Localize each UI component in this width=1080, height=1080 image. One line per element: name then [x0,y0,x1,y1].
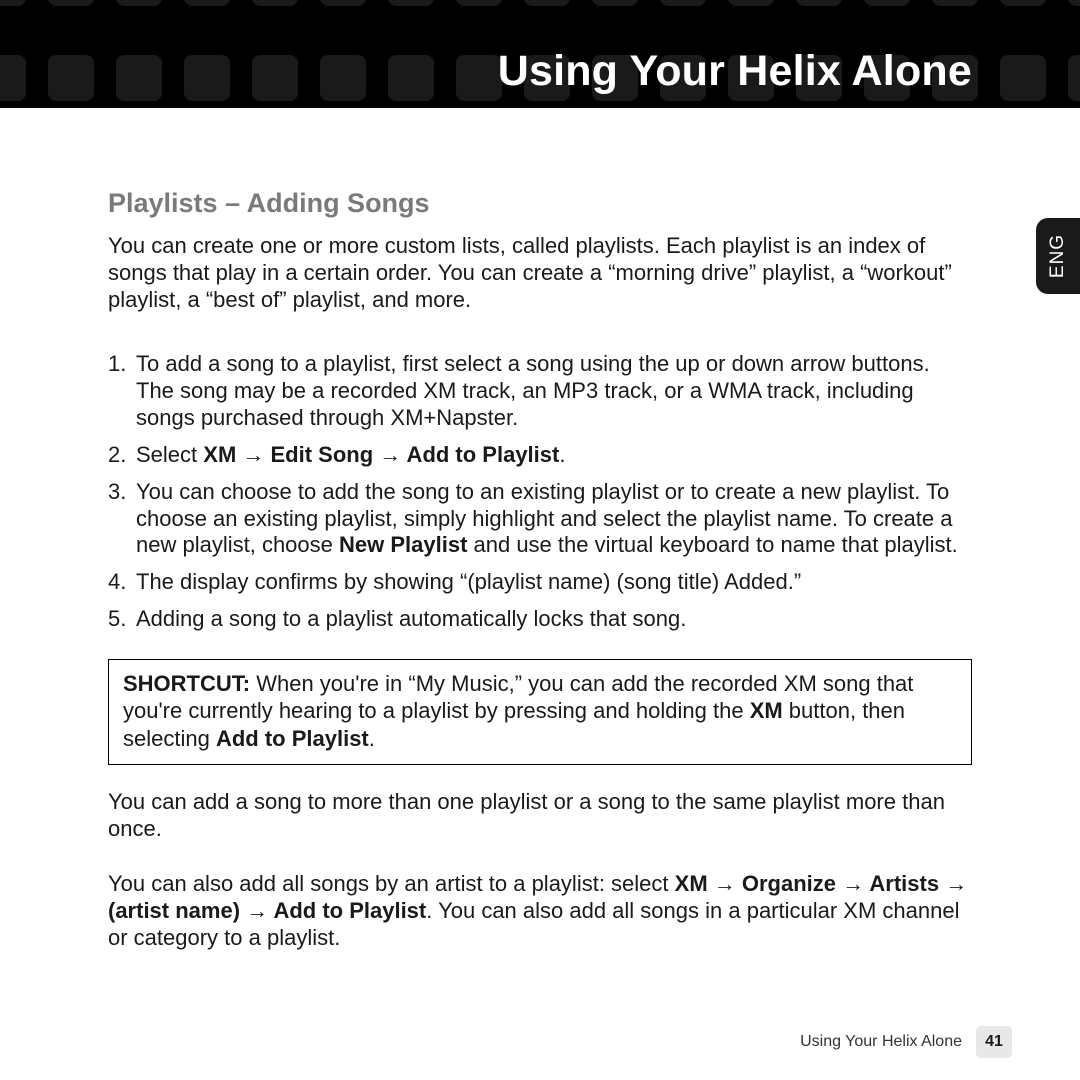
step-5: Adding a song to a playlist automaticall… [108,606,972,633]
page-content: Playlists – Adding Songs You can create … [0,108,1080,952]
page-number: 41 [976,1026,1012,1058]
step-3-b: New Playlist [339,532,467,557]
shortcut-e: . [369,726,375,751]
step-3-c: and use the virtual keyboard to name tha… [467,532,957,557]
p3-a: You can also add all songs by an artist … [108,871,675,896]
step-2-pre: Select [136,442,203,467]
paragraph-3: You can also add all songs by an artist … [108,871,972,951]
step-4: The display confirms by showing “(playli… [108,569,972,596]
intro-paragraph: You can create one or more custom lists,… [108,233,972,313]
steps-list: To add a song to a playlist, first selec… [108,351,972,632]
language-tab: ENG [1036,218,1080,294]
header-title: Using Your Helix Alone [498,47,972,96]
decorative-squares-top [0,0,1080,6]
shortcut-d: Add to Playlist [216,726,369,751]
step-1: To add a song to a playlist, first selec… [108,351,972,431]
shortcut-label: SHORTCUT: [123,671,250,696]
page-header: Using Your Helix Alone [0,0,1080,108]
paragraph-2: You can add a song to more than one play… [108,789,972,843]
footer-section-label: Using Your Helix Alone [800,1033,962,1051]
step-2-path: XM → Edit Song → Add to Playlist [203,442,559,467]
step-2: Select XM → Edit Song → Add to Playlist. [108,442,972,469]
shortcut-b: XM [750,698,783,723]
section-heading: Playlists – Adding Songs [108,188,972,219]
shortcut-box: SHORTCUT: When you're in “My Music,” you… [108,659,972,766]
step-2-post: . [559,442,565,467]
language-label: ENG [1047,234,1069,278]
page-footer: Using Your Helix Alone 41 [800,1026,1012,1058]
step-3: You can choose to add the song to an exi… [108,479,972,559]
